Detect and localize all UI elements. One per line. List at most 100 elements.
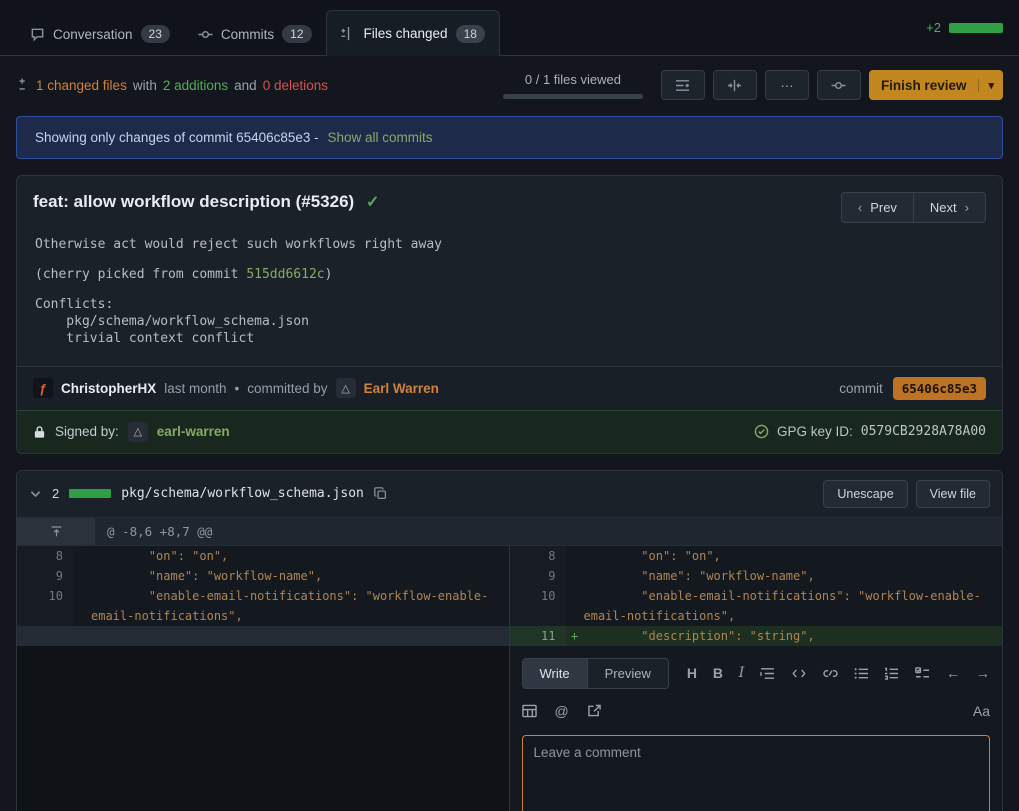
- code-line: "on": "on",: [584, 546, 1003, 566]
- committed-by-label: committed by: [247, 381, 327, 396]
- commits-icon: [198, 27, 213, 42]
- editor-toolbar: H B I: [687, 665, 990, 681]
- collapse-chevron-icon[interactable]: [29, 487, 42, 500]
- new-line-number[interactable]: 11: [510, 626, 566, 646]
- link-icon[interactable]: [823, 667, 838, 680]
- hunk-header-row: @ -8,6 +8,7 @@: [17, 517, 1002, 545]
- code-line: "description": "string",: [584, 626, 1003, 646]
- old-line-number[interactable]: 10: [17, 586, 73, 626]
- signer-name[interactable]: earl-warren: [157, 424, 230, 439]
- cherry-pick-commit-link[interactable]: 515dd6612c: [246, 267, 324, 282]
- cherry-pick-line: (cherry picked from commit 515dd6612c): [35, 267, 984, 282]
- commit-header: feat: allow workflow description (#5326)…: [17, 176, 1002, 229]
- quote-icon[interactable]: [760, 667, 775, 680]
- committer-avatar[interactable]: △: [336, 378, 356, 398]
- tab-conversation-label: Conversation: [53, 27, 133, 42]
- unescape-button[interactable]: Unescape: [823, 480, 907, 508]
- show-all-commits-link[interactable]: Show all commits: [327, 130, 432, 145]
- code-icon[interactable]: [791, 667, 807, 680]
- editor-toolbar-secondary: @ Aa: [522, 703, 991, 719]
- commit-verified-check-icon: ✓: [366, 194, 379, 211]
- gpg-key-label: GPG key ID:: [777, 424, 853, 439]
- file-name[interactable]: pkg/schema/workflow_schema.json: [121, 486, 364, 501]
- finish-review-button[interactable]: Finish review ▾: [869, 70, 1003, 100]
- old-line-number[interactable]: 9: [17, 566, 73, 586]
- new-line-number[interactable]: 10: [510, 586, 566, 626]
- tab-commits[interactable]: Commits 12: [184, 13, 326, 55]
- pull-request-files-page: Conversation 23 Commits 12 Files changed…: [0, 0, 1019, 811]
- mention-icon[interactable]: @: [555, 703, 569, 719]
- diff-controls: 0 / 1 files viewed ···: [503, 70, 1003, 100]
- italic-icon[interactable]: I: [739, 665, 745, 681]
- task-list-icon[interactable]: [915, 667, 930, 680]
- with-text: with: [133, 78, 157, 93]
- new-line-number[interactable]: 9: [510, 566, 566, 586]
- chevron-left-icon: ‹: [858, 200, 862, 215]
- deletions-count: 0 deletions: [263, 78, 328, 93]
- comment-textarea[interactable]: [522, 735, 991, 811]
- file-diffstat-bar: [69, 489, 111, 498]
- hunk-header-text: @ -8,6 +8,7 @@: [95, 518, 224, 545]
- ordered-list-icon[interactable]: [884, 667, 899, 680]
- files-toolbar: 1 changed files with 2 additions and 0 d…: [0, 56, 1019, 116]
- diff-row: 10 "enable-email-notifications": "workfl…: [510, 586, 1003, 626]
- signer-avatar[interactable]: △: [128, 422, 148, 442]
- old-line-number[interactable]: 8: [17, 546, 73, 566]
- prev-label: Prev: [870, 200, 897, 215]
- table-icon[interactable]: [522, 704, 537, 718]
- finish-review-label: Finish review: [869, 78, 979, 93]
- code-line: "name": "workflow-name",: [91, 566, 509, 586]
- tab-files-changed-count: 18: [456, 25, 485, 43]
- bold-icon[interactable]: B: [713, 665, 723, 681]
- more-options-button[interactable]: ···: [765, 70, 809, 100]
- font-toggle[interactable]: Aa: [973, 703, 990, 719]
- dropdown-caret-icon[interactable]: ▾: [978, 79, 1003, 92]
- expand-hunk-button[interactable]: [17, 518, 95, 545]
- signed-by-row: Signed by: △ earl-warren GPG key ID: 057…: [17, 410, 1002, 453]
- meta-bullet: •: [235, 381, 240, 396]
- copy-path-icon[interactable]: [374, 487, 387, 500]
- commit-filter-banner: Showing only changes of commit 65406c85e…: [16, 116, 1003, 159]
- diffstat-bar: [949, 23, 1003, 33]
- arrow-left-icon[interactable]: ←: [946, 665, 960, 681]
- commit-picker-button[interactable]: [817, 70, 861, 100]
- files-viewed-progress: [503, 94, 643, 99]
- commit-sha-badge[interactable]: 65406c85e3: [893, 377, 986, 400]
- split-view-icon: [727, 79, 742, 92]
- gpg-key-id: 0579CB2928A78A00: [861, 424, 986, 439]
- tab-files-changed[interactable]: Files changed 18: [326, 10, 500, 56]
- cherry-pick-suffix: ): [325, 267, 333, 282]
- file-header: 2 pkg/schema/workflow_schema.json Unesca…: [17, 471, 1002, 517]
- code-line: "name": "workflow-name",: [584, 566, 1003, 586]
- unordered-list-icon[interactable]: [854, 667, 869, 680]
- author-avatar[interactable]: ƒ: [33, 378, 53, 398]
- commit-message-line: Otherwise act would reject such workflow…: [35, 237, 984, 252]
- inline-comment-form: Write Preview H B I: [510, 646, 1003, 811]
- reference-icon[interactable]: [587, 704, 602, 717]
- diff-filler-row: [17, 626, 509, 646]
- signed-by-label: Signed by:: [55, 424, 119, 439]
- diff-view-toggle-button[interactable]: [713, 70, 757, 100]
- commit-author-row: ƒ ChristopherHX last month • committed b…: [17, 366, 1002, 410]
- file-additions-count: 2: [52, 486, 59, 501]
- conversation-icon: [30, 27, 45, 42]
- committer-name[interactable]: Earl Warren: [364, 381, 439, 396]
- diff-row: 10 "enable-email-notifications": "workfl…: [17, 586, 509, 626]
- author-name[interactable]: ChristopherHX: [61, 381, 156, 396]
- commit-sha-group: commit 65406c85e3: [839, 377, 986, 400]
- conflicts-block: Conflicts: pkg/schema/workflow_schema.js…: [35, 297, 984, 348]
- arrow-right-icon[interactable]: →: [976, 665, 990, 681]
- whitespace-options-button[interactable]: [661, 70, 705, 100]
- prev-commit-button[interactable]: ‹ Prev: [841, 192, 914, 223]
- preview-tab[interactable]: Preview: [587, 659, 668, 688]
- heading-icon[interactable]: H: [687, 665, 697, 681]
- tab-conversation[interactable]: Conversation 23: [16, 13, 184, 55]
- diff-row: 8 "on": "on",: [510, 546, 1003, 566]
- next-commit-button[interactable]: Next ›: [913, 192, 986, 223]
- code-line: "enable-email-notifications": "workflow-…: [91, 586, 509, 626]
- expand-up-icon: [50, 525, 63, 538]
- diff-row: 9 "name": "workflow-name",: [17, 566, 509, 586]
- write-tab[interactable]: Write: [523, 659, 587, 688]
- new-line-number[interactable]: 8: [510, 546, 566, 566]
- view-file-button[interactable]: View file: [916, 480, 990, 508]
